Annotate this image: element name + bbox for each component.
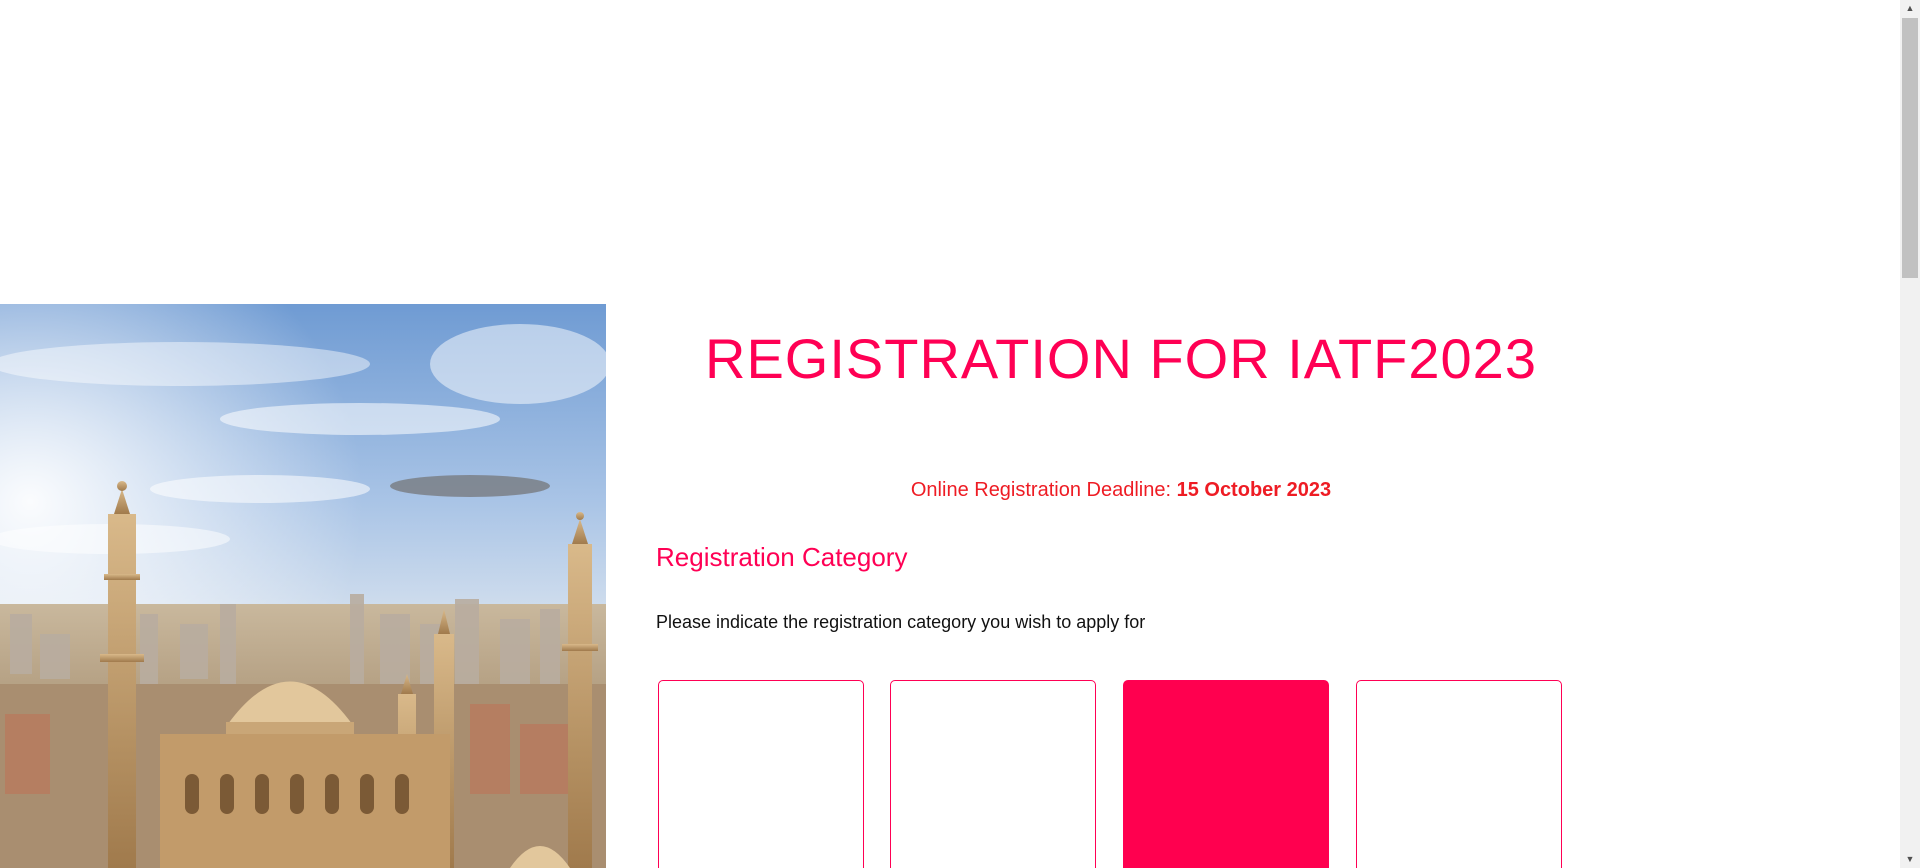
- category-instruction: Please indicate the registration categor…: [656, 612, 1146, 632]
- deadline-date: 15 October 2023: [1176, 479, 1332, 501]
- category-card-4[interactable]: [1356, 680, 1562, 868]
- category-card-3-selected[interactable]: [1123, 680, 1329, 868]
- registration-page: REGISTRATION FOR IATF2023 Online Registr…: [0, 0, 1900, 868]
- category-card-2[interactable]: [890, 680, 1096, 868]
- registration-deadline: Online Registration Deadline: 15 October…: [656, 478, 1586, 502]
- deadline-label: Online Registration Deadline:: [910, 479, 1177, 501]
- scroll-up-arrow-icon[interactable]: ▲: [1900, 0, 1920, 17]
- page-title: REGISTRATION FOR IATF2023: [705, 327, 1537, 390]
- section-title-registration-category: Registration Category: [656, 542, 908, 572]
- browser-viewport: REGISTRATION FOR IATF2023 Online Registr…: [0, 0, 1920, 868]
- scroll-down-arrow-icon[interactable]: ▼: [1900, 851, 1920, 868]
- hero-image-cairo-skyline: [0, 304, 606, 868]
- scrollbar-thumb[interactable]: [1902, 18, 1918, 278]
- category-card-1[interactable]: [658, 680, 864, 868]
- vertical-scrollbar[interactable]: ▲ ▼: [1900, 0, 1920, 868]
